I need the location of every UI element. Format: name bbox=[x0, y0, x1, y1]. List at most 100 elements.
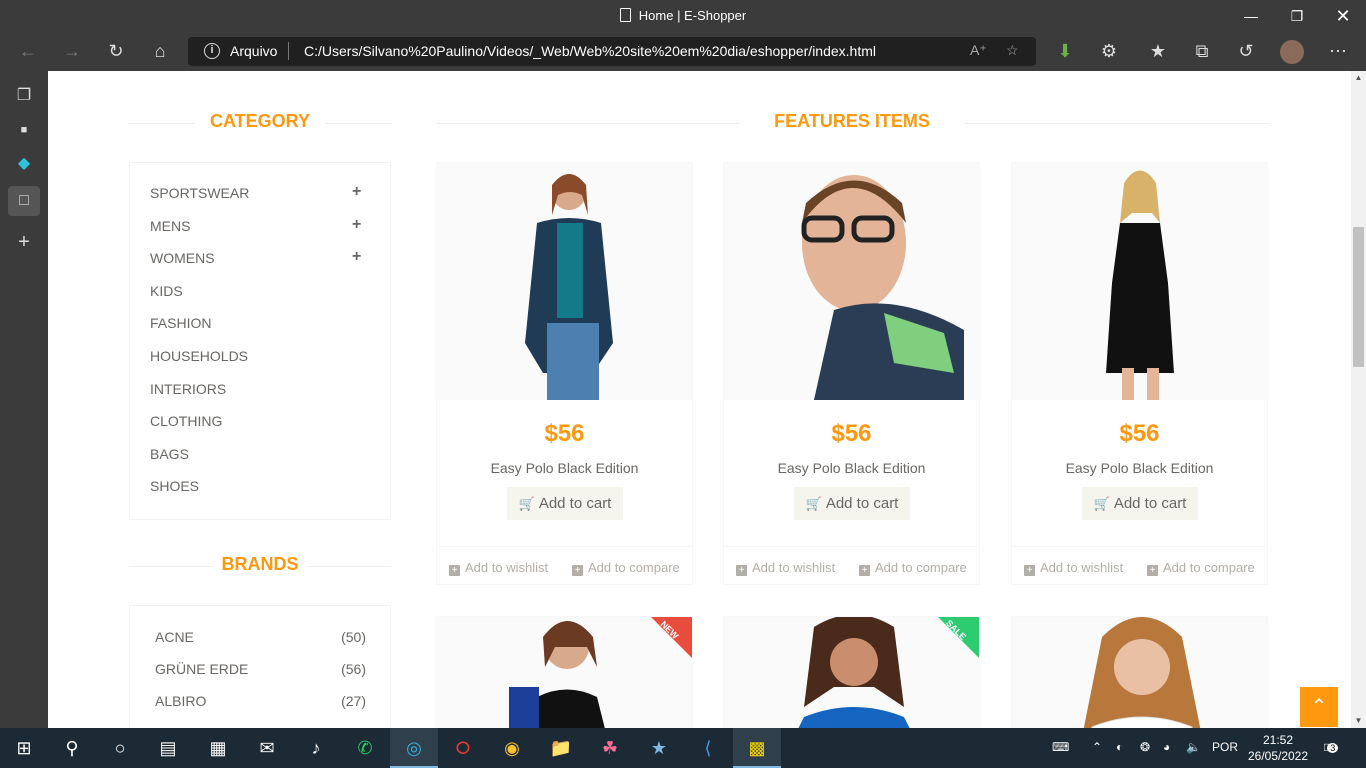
opera-icon[interactable]: ⭘ bbox=[439, 728, 487, 768]
product-name[interactable]: Easy Polo Black Edition bbox=[437, 460, 692, 476]
wishlist-label: Add to wishlist bbox=[752, 560, 836, 575]
scroll-down-arrow-icon[interactable]: ▼ bbox=[1351, 714, 1366, 728]
favorites-icon[interactable]: ★ bbox=[1142, 36, 1174, 66]
forward-button[interactable]: → bbox=[56, 36, 88, 66]
cart-icon: 🛒 bbox=[1093, 496, 1110, 511]
heading-line bbox=[129, 123, 195, 124]
category-kids[interactable]: KIDS bbox=[150, 283, 183, 299]
plus-icon[interactable]: + bbox=[352, 216, 361, 234]
collections-icon[interactable]: ⧉ bbox=[1186, 36, 1218, 66]
tray-icon[interactable]: ◐ bbox=[1116, 740, 1123, 754]
category-panel: SPORTSWEAR + MENS + WOMENS + KIDS FASHIO… bbox=[129, 162, 391, 520]
wifi-icon[interactable]: ◕ bbox=[1163, 740, 1170, 754]
category-mens[interactable]: MENS bbox=[150, 218, 190, 234]
notification-icon[interactable]: □3 bbox=[1324, 740, 1339, 754]
product-image[interactable] bbox=[437, 163, 692, 400]
product-image[interactable] bbox=[724, 617, 980, 728]
minimize-button[interactable]: — bbox=[1228, 0, 1274, 32]
add-favorite-icon[interactable]: ☆ bbox=[1006, 42, 1019, 59]
start-button[interactable]: ⊞ bbox=[0, 728, 48, 768]
category-interiors[interactable]: INTERIORS bbox=[150, 381, 226, 397]
language-indicator[interactable]: POR bbox=[1212, 740, 1238, 754]
category-bags[interactable]: BAGS bbox=[150, 446, 189, 462]
chrome-icon[interactable]: ◉ bbox=[488, 728, 536, 768]
add-to-compare-link[interactable]: + Add to compare bbox=[859, 560, 967, 576]
whatsapp-icon[interactable]: ✆ bbox=[341, 728, 389, 768]
plus-square-icon: + bbox=[449, 565, 460, 576]
new-tab-button[interactable]: + bbox=[8, 227, 40, 257]
cortana-icon[interactable]: ○ bbox=[96, 728, 144, 768]
brand-grune-erde[interactable]: GRÜNE ERDE bbox=[155, 661, 248, 677]
edge-icon[interactable]: ◎ bbox=[390, 728, 438, 768]
product-name[interactable]: Easy Polo Black Edition bbox=[724, 460, 979, 476]
more-menu-icon[interactable]: ⋯ bbox=[1322, 36, 1354, 66]
title-bar: Home | E-Shopper — ❐ ✕ bbox=[0, 0, 1366, 32]
compare-label: Add to compare bbox=[875, 560, 967, 575]
plus-square-icon: + bbox=[572, 565, 583, 576]
vscode-icon[interactable]: ⟨ bbox=[684, 728, 732, 768]
scrollbar-thumb[interactable] bbox=[1353, 227, 1364, 367]
clock[interactable]: 21:52 26/05/2022 bbox=[1240, 732, 1316, 764]
add-to-cart-button[interactable]: 🛒 Add to cart bbox=[1082, 487, 1198, 520]
network-tool-icon[interactable]: ★ bbox=[635, 728, 683, 768]
brand-acne[interactable]: ACNE bbox=[155, 629, 194, 645]
search-icon[interactable]: ⚲ bbox=[48, 728, 96, 768]
info-icon[interactable]: i bbox=[204, 43, 220, 59]
close-button[interactable]: ✕ bbox=[1320, 0, 1366, 32]
download-icon[interactable]: ⬇ bbox=[1049, 36, 1081, 66]
store-icon[interactable]: ▦ bbox=[194, 728, 242, 768]
category-clothing[interactable]: CLOTHING bbox=[150, 413, 222, 429]
compare-label: Add to compare bbox=[1163, 560, 1255, 575]
volume-icon[interactable]: 🔈 bbox=[1186, 740, 1201, 754]
read-aloud-icon[interactable]: A⁺ bbox=[970, 42, 987, 59]
app-icon[interactable]: ☘ bbox=[586, 728, 634, 768]
home-button[interactable]: ⌂ bbox=[144, 36, 176, 66]
refresh-button[interactable]: ↻ bbox=[100, 36, 132, 66]
file-explorer-icon[interactable]: 📁 bbox=[537, 728, 585, 768]
page-scrollbar[interactable]: ▲ ▼ bbox=[1351, 71, 1366, 728]
add-to-wishlist-link[interactable]: + Add to wishlist bbox=[449, 560, 548, 576]
back-button[interactable]: ← bbox=[12, 36, 44, 66]
scroll-up-arrow-icon[interactable]: ▲ bbox=[1351, 71, 1366, 85]
extensions-icon[interactable]: ⚙ bbox=[1093, 36, 1125, 66]
history-icon[interactable]: ↺ bbox=[1230, 36, 1262, 66]
power-bi-icon[interactable]: ▩ bbox=[733, 728, 781, 768]
category-households[interactable]: HOUSEHOLDS bbox=[150, 348, 248, 364]
plus-icon[interactable]: + bbox=[352, 183, 361, 201]
tab-icon-1[interactable]: ■ bbox=[8, 115, 40, 145]
tab-active-document[interactable]: □ bbox=[8, 186, 40, 216]
brand-albiro[interactable]: ALBIRO bbox=[155, 693, 206, 709]
tab-icon-2[interactable]: ◆ bbox=[8, 149, 40, 179]
ime-icon[interactable]: ❂ bbox=[1140, 740, 1150, 754]
category-womens[interactable]: WOMENS bbox=[150, 250, 215, 266]
category-fashion[interactable]: FASHION bbox=[150, 315, 211, 331]
tab-actions-icon[interactable]: ❐ bbox=[8, 81, 40, 111]
add-to-cart-button[interactable]: 🛒 Add to cart bbox=[507, 487, 623, 520]
add-to-compare-link[interactable]: + Add to compare bbox=[1147, 560, 1255, 576]
keyboard-icon[interactable]: ⌨ bbox=[1052, 740, 1069, 754]
add-to-wishlist-link[interactable]: + Add to wishlist bbox=[736, 560, 835, 576]
profile-avatar[interactable] bbox=[1276, 36, 1308, 66]
product-image[interactable] bbox=[724, 163, 979, 400]
url-text[interactable]: C:/Users/Silvano%20Paulino/Videos/_Web/W… bbox=[304, 43, 876, 59]
category-shoes[interactable]: SHOES bbox=[150, 478, 199, 494]
task-view-icon[interactable]: ▤ bbox=[144, 728, 192, 768]
add-to-cart-button[interactable]: 🛒 Add to cart bbox=[794, 487, 910, 520]
category-sportswear[interactable]: SPORTSWEAR bbox=[150, 185, 249, 201]
product-name[interactable]: Easy Polo Black Edition bbox=[1012, 460, 1267, 476]
address-bar[interactable]: i Arquivo C:/Users/Silvano%20Paulino/Vid… bbox=[188, 37, 1036, 66]
product-card: $56 Easy Polo Black Edition 🛒 Add to cart… bbox=[723, 162, 980, 585]
product-image[interactable] bbox=[1012, 163, 1267, 400]
windows-taskbar: ⊞ ⚲ ○ ▤ ▦ ✉ ♪ ✆ ◎ ⭘ ◉ 📁 ☘ ★ ⟨ ▩ ⌨ ⌃ ◐ ❂ … bbox=[0, 728, 1366, 768]
restore-button[interactable]: ❐ bbox=[1274, 0, 1320, 32]
mail-icon[interactable]: ✉ bbox=[243, 728, 291, 768]
tiktok-icon[interactable]: ♪ bbox=[292, 728, 340, 768]
tray-chevron-icon[interactable]: ⌃ bbox=[1092, 740, 1102, 754]
scroll-to-top-button[interactable]: ⌃ bbox=[1300, 687, 1338, 727]
add-to-compare-link[interactable]: + Add to compare bbox=[572, 560, 680, 576]
plus-icon[interactable]: + bbox=[352, 248, 361, 266]
product-image[interactable] bbox=[437, 617, 693, 728]
product-image[interactable] bbox=[1012, 617, 1268, 728]
add-to-wishlist-link[interactable]: + Add to wishlist bbox=[1024, 560, 1123, 576]
add-to-cart-label: Add to cart bbox=[538, 495, 612, 512]
